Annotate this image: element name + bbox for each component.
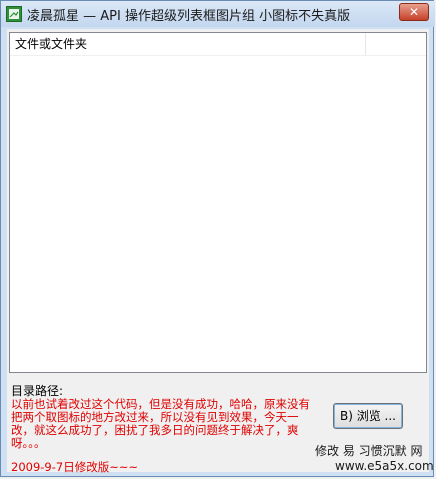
close-button[interactable]: ✕ [399, 3, 429, 21]
app-window: 凌晨孤星 — API 操作超级列表框图片组 小图标不失真版 ✕ 文件或文件夹 目… [0, 0, 435, 477]
file-list-view[interactable]: 文件或文件夹 [9, 32, 427, 373]
column-header-file-or-folder[interactable]: 文件或文件夹 [10, 33, 366, 55]
watermark-text: 修改 易 习惯沉默 网 [315, 444, 423, 458]
window-title: 凌晨孤星 — API 操作超级列表框图片组 小图标不失真版 [27, 9, 351, 24]
title-bar[interactable]: 凌晨孤星 — API 操作超级列表框图片组 小图标不失真版 ✕ [1, 1, 435, 27]
close-icon: ✕ [408, 5, 420, 19]
info-note: 以前也试着改过这个代码，但是没有成功，哈哈，原来没有把两个取图标的地方改过来，所… [11, 397, 310, 450]
watermark-url: www.e5a5x.com [335, 459, 434, 473]
list-header: 文件或文件夹 [10, 33, 426, 56]
client-area: 文件或文件夹 目录路径: 以前也试着改过这个代码，但是没有成功，哈哈，原来没有把… [7, 29, 434, 474]
date-note: 2009-9-7日修改版~~~ [11, 460, 139, 474]
column-header-filler [361, 33, 426, 55]
app-icon [6, 6, 22, 22]
browse-button[interactable]: B) 浏览 ... [333, 403, 403, 429]
